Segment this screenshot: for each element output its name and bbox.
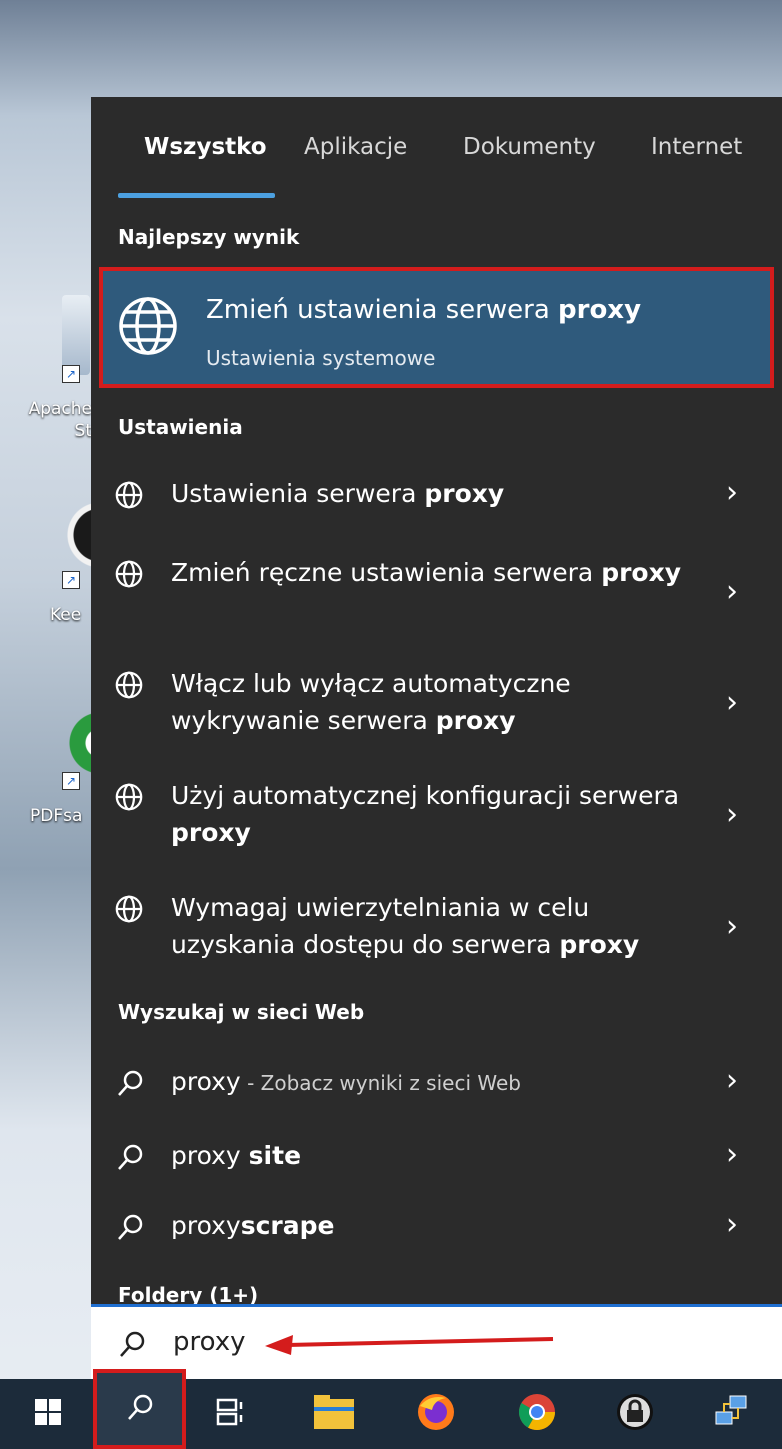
shortcut-arrow-icon: ↗ [62, 365, 80, 383]
tab-wszystko[interactable]: Wszystko [144, 134, 267, 160]
web-search-item[interactable]: proxyscrape › [91, 1207, 782, 1251]
chevron-right-icon: › [726, 909, 738, 944]
section-header-web: Wyszukaj w sieci Web [118, 1000, 365, 1024]
web-search-item[interactable]: proxy site › [91, 1137, 782, 1181]
settings-item[interactable]: Ustawienia serwera proxy › [91, 475, 782, 519]
search-icon [115, 1142, 145, 1176]
chrome-button[interactable] [497, 1379, 577, 1449]
chevron-right-icon: › [726, 475, 738, 510]
windows-start-icon [35, 1399, 61, 1429]
annotation-arrow [265, 1335, 554, 1355]
search-icon [115, 1212, 145, 1246]
section-header-best: Najlepszy wynik [118, 225, 300, 249]
shortcut-arrow-icon: ↗ [62, 772, 80, 790]
desktop-icon-label: Kee [50, 605, 82, 625]
chevron-right-icon: › [726, 1063, 738, 1098]
section-header-settings: Ustawienia [118, 415, 243, 439]
globe-icon [115, 671, 143, 703]
task-view-icon [215, 1397, 245, 1431]
shortcut-arrow-icon: ↗ [62, 571, 80, 589]
globe-icon [115, 560, 143, 592]
chevron-right-icon: › [726, 797, 738, 832]
globe-icon [117, 295, 179, 361]
search-icon [125, 1392, 155, 1426]
section-header-folders: Foldery (1+) [118, 1283, 259, 1304]
desktop-icon-label: Apache St [28, 399, 92, 441]
file-explorer-button[interactable] [294, 1379, 374, 1449]
search-icon [115, 1068, 145, 1102]
file-explorer-icon [314, 1395, 354, 1433]
globe-icon [115, 481, 143, 513]
settings-item[interactable]: Wymagaj uwierzytelniania w celu uzyskani… [91, 889, 782, 969]
tab-internet[interactable]: Internet [651, 134, 742, 160]
best-result-item[interactable]: Zmień ustawienia serwera proxy Ustawieni… [99, 267, 774, 388]
best-result-title: Zmień ustawienia serwera proxy [206, 295, 642, 325]
tab-aplikacje[interactable]: Aplikacje [304, 134, 407, 160]
settings-item[interactable]: Użyj automatycznej konfiguracji serwera … [91, 777, 782, 857]
chevron-right-icon: › [726, 685, 738, 720]
apache-studio-icon [62, 295, 90, 375]
chrome-icon [517, 1392, 557, 1436]
firefox-button[interactable] [396, 1379, 476, 1449]
keepass-icon [615, 1392, 655, 1436]
firefox-icon [416, 1392, 456, 1436]
settings-item[interactable]: Zmień ręczne ustawienia serwera proxy › [91, 554, 782, 634]
windows-start-button[interactable] [8, 1379, 88, 1449]
chevron-right-icon: › [726, 574, 738, 609]
search-panel: Wszystko Aplikacje Dokumenty Internet Na… [91, 97, 782, 1304]
tab-dokumenty[interactable]: Dokumenty [463, 134, 596, 160]
network-button[interactable] [692, 1379, 772, 1449]
active-tab-indicator [118, 193, 275, 198]
web-search-item[interactable]: proxy - Zobacz wyniki z sieci Web › [91, 1063, 782, 1107]
taskbar-search-button[interactable] [93, 1369, 186, 1449]
keepass-button[interactable] [595, 1379, 675, 1449]
keepass-icon [60, 500, 92, 570]
network-icon [714, 1394, 750, 1434]
task-view-button[interactable] [190, 1379, 270, 1449]
pdfsam-icon [60, 705, 92, 780]
globe-icon [115, 895, 143, 927]
chevron-right-icon: › [726, 1207, 738, 1242]
settings-item[interactable]: Włącz lub wyłącz automatyczne wykrywanie… [91, 665, 782, 745]
tab-bar: Wszystko Aplikacje Dokumenty Internet [91, 97, 782, 198]
taskbar [0, 1369, 782, 1449]
desktop-icon-label: PDFsa [30, 806, 83, 826]
best-result-subtitle: Ustawienia systemowe [206, 346, 436, 370]
globe-icon [115, 783, 143, 815]
chevron-right-icon: › [726, 1137, 738, 1172]
search-icon [117, 1329, 147, 1363]
